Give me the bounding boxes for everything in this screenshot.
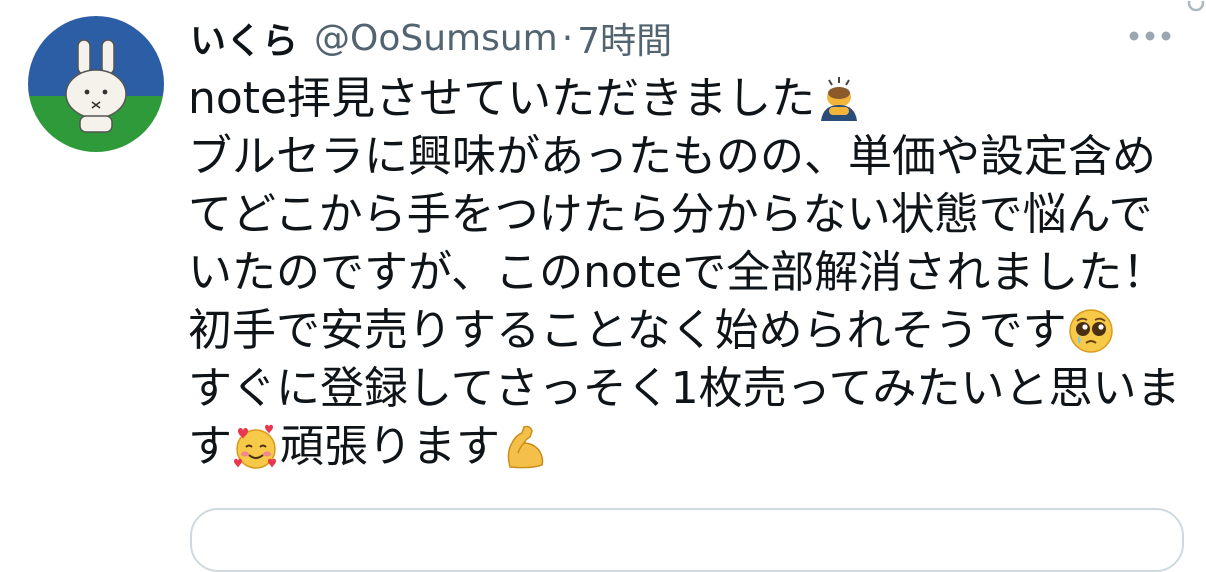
- tweet-text: note拝見させていただきました ブルセラに興味があったものの、単価や設定含め …: [188, 70, 1188, 476]
- tweet-line: note拝見させていただきました: [188, 70, 1188, 128]
- separator-dot: ·: [561, 17, 574, 59]
- more-options-button[interactable]: [1122, 18, 1178, 54]
- tweet-line: てどこから手をつけたら分からない状態で悩んで: [188, 186, 1188, 244]
- top-right-icon: [1182, 0, 1206, 14]
- flexed-biceps-emoji-icon: [507, 425, 544, 469]
- tweet-line-text: いたのですが、このnoteで全部解消されました！: [188, 247, 1167, 298]
- embedded-link-card[interactable]: [190, 508, 1184, 572]
- tweet-line: ブルセラに興味があったものの、単価や設定含め: [188, 128, 1188, 186]
- tweet-header: いくら @OoSumsum · 7時間: [190, 12, 672, 64]
- tweet-line-text: 初手で安売りすることなく始められそうです: [188, 305, 1067, 356]
- tweet-line: いたのですが、このnoteで全部解消されました！: [188, 244, 1188, 302]
- smiling-face-with-hearts-emoji-icon: [234, 424, 276, 469]
- tweet[interactable]: いくら @OoSumsum · 7時間 note拝見させていただきました ブルセ…: [0, 0, 1206, 572]
- avatar[interactable]: [28, 16, 164, 152]
- user-handle[interactable]: @OoSumsum: [314, 18, 558, 59]
- tweet-line-text: note拝見させていただきました: [188, 73, 816, 124]
- miffy-bunny-avatar-icon: [28, 16, 164, 152]
- ellipsis-icon: [1129, 31, 1171, 41]
- tweet-line-text: す: [188, 421, 232, 472]
- tweet-line-text: てどこから手をつけたら分からない状態で悩んで: [188, 189, 1153, 240]
- tweet-line-text: ブルセラに興味があったものの、単価や設定含め: [188, 131, 1156, 182]
- tweet-line: 初手で安売りすることなく始められそうです: [188, 302, 1188, 360]
- person-bowing-emoji-icon: [821, 77, 858, 121]
- display-name[interactable]: いくら: [190, 12, 298, 64]
- tweet-line-text: すぐに登録してさっそく1枚売ってみたいと思いま: [188, 363, 1181, 414]
- timestamp[interactable]: 7時間: [577, 12, 672, 64]
- pleading-face-emoji-icon: [1068, 309, 1113, 353]
- tweet-line: す 頑張ります: [188, 418, 1188, 476]
- tweet-line: すぐに登録してさっそく1枚売ってみたいと思いま: [188, 360, 1188, 418]
- tweet-line-text: 頑張ります: [280, 421, 500, 472]
